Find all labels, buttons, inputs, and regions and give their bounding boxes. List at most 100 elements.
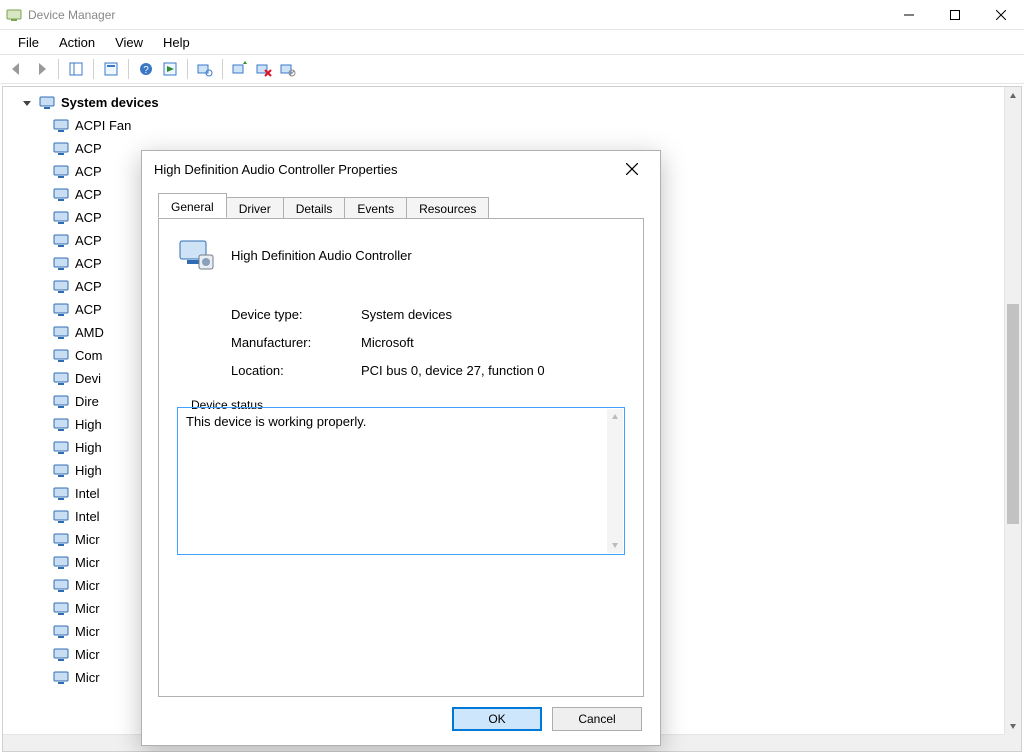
cancel-button[interactable]: Cancel	[552, 707, 642, 731]
device-icon	[53, 141, 69, 157]
window-title: Device Manager	[28, 8, 115, 22]
scroll-down-icon[interactable]	[1005, 717, 1021, 734]
tree-item-label: High	[75, 440, 102, 455]
action-button[interactable]	[159, 58, 181, 80]
menu-help[interactable]: Help	[153, 35, 200, 50]
svg-text:?: ?	[143, 65, 149, 76]
device-icon	[53, 578, 69, 594]
device-icon	[53, 394, 69, 410]
device-icon	[53, 371, 69, 387]
location-value: PCI bus 0, device 27, function 0	[361, 357, 625, 385]
properties-button[interactable]	[100, 58, 122, 80]
menubar: File Action View Help	[0, 30, 1024, 54]
menu-file[interactable]: File	[8, 35, 49, 50]
device-icon	[53, 647, 69, 663]
maximize-button[interactable]	[932, 0, 978, 30]
tree-item-label: ACP	[75, 302, 102, 317]
tree-item-label: Micr	[75, 624, 100, 639]
tree-item-label: ACPI Fan	[75, 118, 131, 133]
device-icon	[53, 279, 69, 295]
tree-item-label: ACP	[75, 279, 102, 294]
tab-details[interactable]: Details	[283, 197, 346, 219]
tree-item-label: Com	[75, 348, 102, 363]
back-button[interactable]	[6, 58, 28, 80]
tree-item-label: Intel	[75, 486, 100, 501]
device-icon	[53, 118, 69, 134]
tabstrip: General Driver Details Events Resources	[142, 193, 660, 218]
device-large-icon	[177, 235, 217, 275]
manufacturer-value: Microsoft	[361, 329, 625, 357]
minimize-button[interactable]	[886, 0, 932, 30]
dialog-title: High Definition Audio Controller Propert…	[154, 162, 398, 177]
tree-item-label: Micr	[75, 555, 100, 570]
forward-button[interactable]	[30, 58, 52, 80]
update-driver-button[interactable]	[229, 58, 251, 80]
tree-item-label: ACP	[75, 187, 102, 202]
dialog-titlebar[interactable]: High Definition Audio Controller Propert…	[142, 151, 660, 187]
tree-item-label: Micr	[75, 532, 100, 547]
uninstall-button[interactable]	[253, 58, 275, 80]
location-label: Location:	[231, 357, 361, 385]
scroll-up-icon[interactable]	[1005, 87, 1021, 104]
device-icon	[53, 325, 69, 341]
tree-item[interactable]: ACPI Fan	[21, 114, 982, 137]
tree-item-label: High	[75, 417, 102, 432]
device-icon	[53, 348, 69, 364]
device-status-text: This device is working properly.	[186, 414, 366, 429]
status-scroll-down-icon[interactable]	[607, 537, 623, 553]
device-icon	[53, 440, 69, 456]
toolbar: ?	[0, 54, 1024, 84]
tab-events[interactable]: Events	[344, 197, 407, 219]
tab-panel-general: High Definition Audio Controller Device …	[158, 218, 644, 697]
device-icon	[53, 509, 69, 525]
device-icon	[53, 233, 69, 249]
manufacturer-label: Manufacturer:	[231, 329, 361, 357]
show-hide-tree-button[interactable]	[65, 58, 87, 80]
vertical-scrollbar[interactable]	[1004, 87, 1021, 734]
tree-item-label: ACP	[75, 233, 102, 248]
device-icon	[53, 187, 69, 203]
tree-root-row[interactable]: System devices	[21, 91, 982, 114]
device-name: High Definition Audio Controller	[231, 248, 412, 263]
tab-driver[interactable]: Driver	[226, 197, 284, 219]
device-icon	[53, 624, 69, 640]
ok-button[interactable]: OK	[452, 707, 542, 731]
titlebar: Device Manager	[0, 0, 1024, 30]
device-icon	[53, 601, 69, 617]
status-scrollbar[interactable]	[607, 409, 623, 553]
device-type-value: System devices	[361, 301, 625, 329]
device-icon	[53, 532, 69, 548]
tree-item-label: ACP	[75, 256, 102, 271]
computer-icon	[39, 95, 55, 111]
properties-dialog: High Definition Audio Controller Propert…	[141, 150, 661, 746]
tree-item-label: Micr	[75, 578, 100, 593]
tab-general[interactable]: General	[158, 193, 227, 218]
device-status-box[interactable]: This device is working properly.	[177, 407, 625, 555]
tree-item-label: ACP	[75, 210, 102, 225]
menu-action[interactable]: Action	[49, 35, 105, 50]
device-icon	[53, 670, 69, 686]
tree-item-label: High	[75, 463, 102, 478]
device-type-label: Device type:	[231, 301, 361, 329]
caret-down-icon[interactable]	[21, 98, 33, 108]
tree-item-label: ACP	[75, 164, 102, 179]
scrollbar-thumb[interactable]	[1007, 304, 1019, 524]
close-button[interactable]	[978, 0, 1024, 30]
device-icon	[53, 256, 69, 272]
device-icon	[53, 555, 69, 571]
tab-resources[interactable]: Resources	[406, 197, 489, 219]
disable-button[interactable]	[277, 58, 299, 80]
app-icon	[6, 7, 22, 23]
tree-item-label: Micr	[75, 670, 100, 685]
scan-hardware-button[interactable]	[194, 58, 216, 80]
device-icon	[53, 463, 69, 479]
menu-view[interactable]: View	[105, 35, 153, 50]
help-button[interactable]: ?	[135, 58, 157, 80]
tree-item-label: Dire	[75, 394, 99, 409]
device-icon	[53, 302, 69, 318]
dialog-close-button[interactable]	[612, 154, 652, 184]
device-icon	[53, 486, 69, 502]
device-icon	[53, 210, 69, 226]
status-scroll-up-icon[interactable]	[607, 409, 623, 425]
tree-root-label: System devices	[61, 95, 159, 110]
